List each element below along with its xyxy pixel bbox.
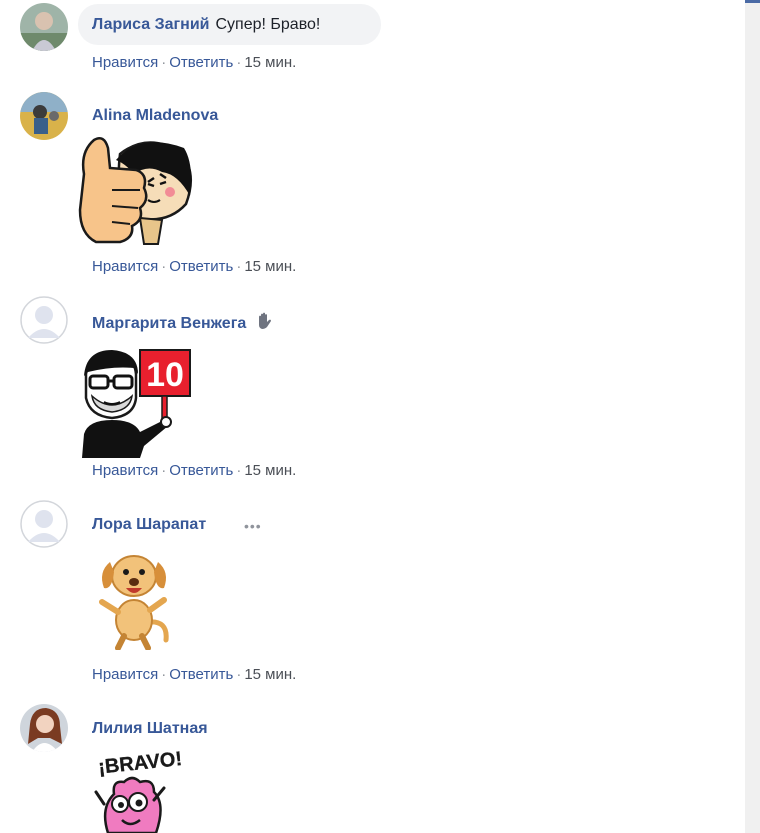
avatar[interactable]	[20, 3, 68, 51]
avatar[interactable]	[20, 92, 68, 140]
author-name[interactable]: Лора Шарапат	[92, 516, 206, 534]
comment-actions: Нравится · Ответить · 15 мин.	[92, 462, 297, 479]
waving-hand-icon	[258, 312, 271, 329]
dancing-dog-sticker[interactable]	[94, 550, 174, 655]
like-link[interactable]: Нравится	[92, 462, 158, 479]
avatar[interactable]	[20, 704, 68, 752]
reply-link[interactable]: Ответить	[169, 462, 233, 479]
bravo-text: ¡BRAVO!	[97, 748, 183, 779]
author-name-row: Маргарита Венжега	[92, 312, 273, 333]
sign-score-text: 10	[146, 356, 184, 394]
timestamp[interactable]: 15 мин.	[244, 462, 296, 479]
comment: Лилия Шатная ¡BRAVO!	[0, 704, 745, 833]
author-name[interactable]: Лилия Шатная	[92, 720, 208, 738]
author-name[interactable]: Маргарита Венжега	[92, 315, 246, 332]
timestamp[interactable]: 15 мин.	[244, 666, 296, 683]
avatar[interactable]	[20, 296, 68, 344]
like-link[interactable]: Нравится	[92, 54, 158, 71]
timestamp[interactable]: 15 мин.	[244, 54, 296, 71]
avatar[interactable]	[20, 500, 68, 548]
like-link[interactable]: Нравится	[92, 666, 158, 683]
comment: Alina Mladenova Нравится · Ответить · 15 мин…	[0, 92, 745, 287]
bravo-sticker[interactable]: ¡BRAVO!	[94, 748, 190, 833]
more-options-icon[interactable]: •••	[244, 518, 262, 534]
score-sign-sticker[interactable]: 10	[78, 346, 196, 463]
comment: Маргарита Венжега 10 Нравится · Ответить…	[0, 296, 745, 491]
like-link[interactable]: Нравится	[92, 258, 158, 275]
comment: Лариса Загний Супер! Браво! Нравится · Отв…	[0, 0, 745, 80]
thumbs-up-sticker[interactable]	[78, 134, 196, 257]
reply-link[interactable]: Ответить	[169, 666, 233, 683]
comment-actions: Нравится · Ответить · 15 мин.	[92, 54, 297, 71]
comment-text: Супер! Браво!	[215, 15, 321, 33]
comments-list: Лариса Загний Супер! Браво! Нравится · Отв…	[0, 0, 745, 833]
comment-actions: Нравится · Ответить · 15 мин.	[92, 666, 297, 683]
comment-bubble: Лариса Загний Супер! Браво!	[78, 4, 381, 45]
reply-link[interactable]: Ответить	[169, 54, 233, 71]
author-name[interactable]: Лариса Загний	[92, 16, 210, 34]
comment-actions: Нравится · Ответить · 15 мин.	[92, 258, 297, 275]
reply-link[interactable]: Ответить	[169, 258, 233, 275]
author-name[interactable]: Alina Mladenova	[92, 107, 218, 125]
timestamp[interactable]: 15 мин.	[244, 258, 296, 275]
comment: Лора Шарапат ••• Нравится · Ответить · 1…	[0, 500, 745, 695]
scrollbar-track[interactable]	[745, 3, 760, 833]
